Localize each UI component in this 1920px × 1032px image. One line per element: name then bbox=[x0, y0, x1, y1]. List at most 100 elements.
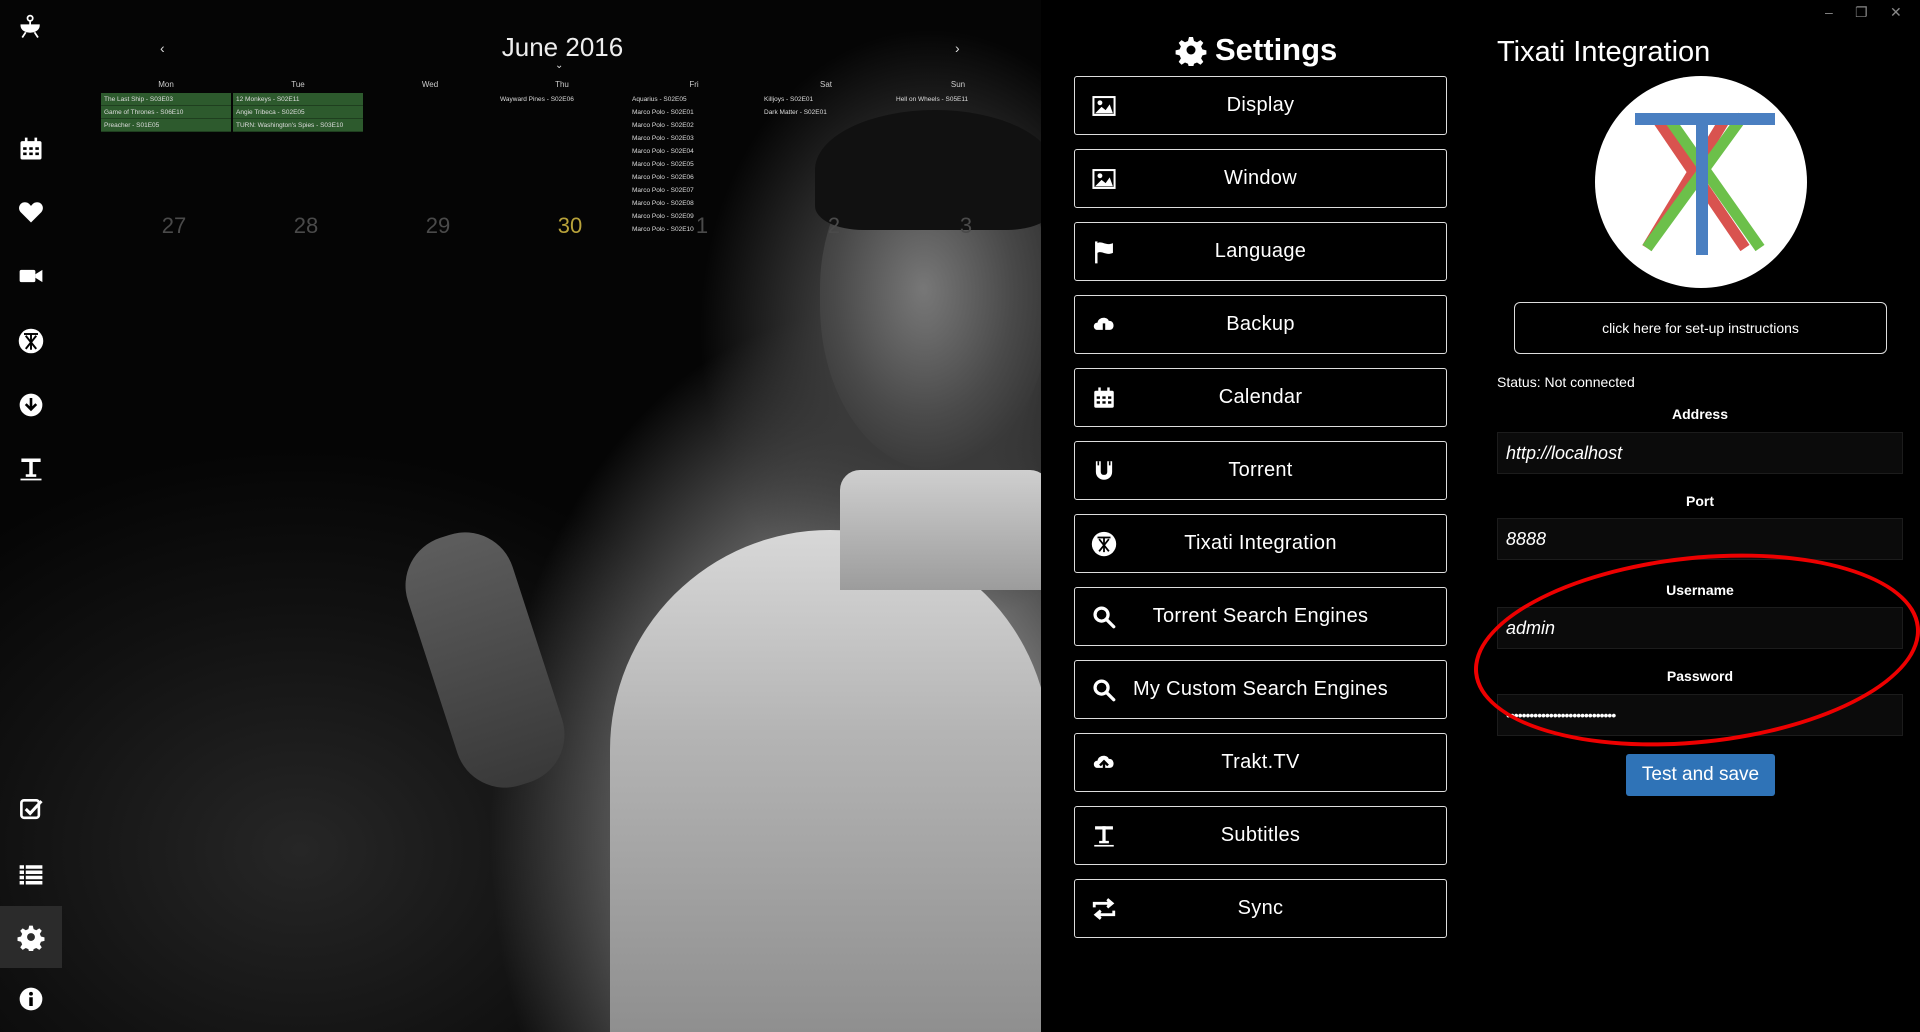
settings-item-label: Subtitles bbox=[1220, 824, 1301, 846]
calendar-event[interactable]: Wayward Pines - S02E06 bbox=[497, 93, 627, 106]
app-logo-icon[interactable] bbox=[12, 8, 50, 46]
search-icon bbox=[1089, 675, 1119, 705]
subtitles-icon[interactable] bbox=[12, 450, 50, 488]
settings-item-sync[interactable]: Sync bbox=[1074, 879, 1447, 938]
poster-hand bbox=[392, 519, 578, 801]
settings-item-label: Backup bbox=[1226, 313, 1295, 335]
settings-title-text: Settings bbox=[1215, 32, 1338, 67]
sync-icon bbox=[1089, 894, 1119, 924]
settings-item-label: Trakt.TV bbox=[1221, 751, 1300, 773]
settings-item-label: Calendar bbox=[1218, 386, 1303, 408]
gear-icon bbox=[1175, 37, 1207, 66]
calendar-day-name: Fri bbox=[689, 80, 699, 89]
tixati-icon bbox=[1089, 529, 1119, 559]
calendar-event[interactable]: Killjoys - S02E01 bbox=[761, 93, 891, 106]
info-icon[interactable] bbox=[12, 980, 50, 1018]
list-icon[interactable] bbox=[12, 855, 50, 893]
settings-item-my-custom-search-engines[interactable]: My Custom Search Engines bbox=[1074, 660, 1447, 719]
image-icon bbox=[1089, 91, 1119, 121]
calendar-event[interactable]: Preacher - S01E05 bbox=[101, 119, 231, 132]
heart-icon[interactable] bbox=[12, 193, 50, 231]
settings-item-trakt-tv[interactable]: Trakt.TV bbox=[1074, 733, 1447, 792]
settings-item-calendar[interactable]: Calendar bbox=[1074, 368, 1447, 427]
settings-item-label: Display bbox=[1226, 94, 1295, 116]
calendar-next-button[interactable]: › bbox=[955, 40, 960, 56]
calendar-event[interactable]: Angie Tribeca - S02E05 bbox=[233, 106, 363, 119]
calendar-date-number: 30 bbox=[557, 213, 583, 238]
close-button[interactable]: ✕ bbox=[1890, 4, 1902, 21]
tixati-icon[interactable] bbox=[12, 322, 50, 360]
calendar-icon bbox=[1089, 383, 1119, 413]
port-label: Port bbox=[1686, 493, 1714, 509]
test-and-save-button[interactable]: Test and save bbox=[1626, 754, 1775, 796]
calendar-day-name: Sun bbox=[950, 80, 966, 89]
minimize-button[interactable]: – bbox=[1825, 4, 1833, 20]
settings-item-label: Sync bbox=[1237, 897, 1284, 919]
calendar-event[interactable]: Hell on Wheels - S05E11 bbox=[893, 93, 1023, 106]
download-icon[interactable] bbox=[12, 386, 50, 424]
calendar-icon[interactable] bbox=[12, 130, 50, 168]
calendar-event[interactable]: Marco Polo - S02E06 bbox=[629, 171, 759, 184]
settings-item-language[interactable]: Language bbox=[1074, 222, 1447, 281]
settings-item-subtitles[interactable]: Subtitles bbox=[1074, 806, 1447, 865]
calendar-day-name: Thu bbox=[555, 80, 569, 89]
calendar-day-name: Mon bbox=[158, 80, 174, 89]
port-input[interactable] bbox=[1497, 518, 1903, 560]
calendar-event[interactable]: Marco Polo - S02E05 bbox=[629, 158, 759, 171]
magnet-icon bbox=[1089, 456, 1119, 486]
calendar-day-column: Wayward Pines - S02E06 bbox=[497, 93, 627, 106]
flag-icon bbox=[1089, 237, 1119, 267]
calendar-event[interactable]: Aquarius - S02E05 bbox=[629, 93, 759, 106]
settings-item-display[interactable]: Display bbox=[1074, 76, 1447, 135]
calendar-event[interactable]: Dark Matter - S02E01 bbox=[761, 106, 891, 119]
settings-item-torrent-search-engines[interactable]: Torrent Search Engines bbox=[1074, 587, 1447, 646]
calendar-event[interactable]: Marco Polo - S02E07 bbox=[629, 184, 759, 197]
settings-item-torrent[interactable]: Torrent bbox=[1074, 441, 1447, 500]
settings-title: Settings bbox=[1175, 32, 1337, 68]
settings-item-label: Torrent bbox=[1228, 459, 1293, 481]
calendar-event[interactable]: 12 Monkeys - S02E11 bbox=[233, 93, 363, 106]
calendar-event[interactable]: TURN: Washington's Spies - S03E10 bbox=[233, 119, 363, 132]
text-icon bbox=[1089, 821, 1119, 851]
calendar-date-number: 29 bbox=[425, 213, 451, 238]
calendar-day-name: Wed bbox=[421, 80, 439, 89]
calendar-event[interactable]: The Last Ship - S03E03 bbox=[101, 93, 231, 106]
settings-item-label: Language bbox=[1214, 240, 1307, 262]
settings-item-label: Window bbox=[1224, 167, 1297, 189]
settings-item-window[interactable]: Window bbox=[1074, 149, 1447, 208]
video-camera-icon[interactable] bbox=[12, 257, 50, 295]
tixati-title: Tixati Integration bbox=[1497, 36, 1711, 68]
settings-item-tixati-integration[interactable]: Tixati Integration bbox=[1074, 514, 1447, 573]
setup-instructions-button[interactable]: click here for set-up instructions bbox=[1514, 302, 1887, 354]
tixati-logo-icon bbox=[1635, 112, 1775, 255]
search-icon bbox=[1089, 602, 1119, 632]
calendar-date-number: 2 bbox=[827, 213, 841, 238]
calendar-event[interactable]: Marco Polo - S02E01 bbox=[629, 106, 759, 119]
restore-button[interactable]: ❐ bbox=[1855, 4, 1868, 21]
settings-item-label: Torrent Search Engines bbox=[1152, 605, 1369, 627]
tixati-logo bbox=[1595, 76, 1807, 288]
checklist-icon[interactable] bbox=[12, 790, 50, 828]
connection-status: Status: Not connected bbox=[1497, 374, 1635, 390]
cloud-download-icon bbox=[1089, 310, 1119, 340]
calendar-month-dropdown[interactable]: ⌄ bbox=[555, 60, 563, 71]
calendar-day-column: The Last Ship - S03E03 Game of Thrones - … bbox=[101, 93, 231, 132]
address-input[interactable] bbox=[1497, 432, 1903, 474]
calendar-month-title: June 2016 bbox=[501, 32, 624, 62]
calendar-day-column: Killjoys - S02E01 Dark Matter - S02E01 bbox=[761, 93, 891, 119]
calendar-event[interactable]: Marco Polo - S02E08 bbox=[629, 197, 759, 210]
calendar-event[interactable]: Marco Polo - S02E02 bbox=[629, 119, 759, 132]
calendar-prev-button[interactable]: ‹ bbox=[160, 40, 165, 56]
settings-item-label: Tixati Integration bbox=[1184, 532, 1337, 554]
calendar-day-column: 12 Monkeys - S02E11 Angie Tribeca - S02E0… bbox=[233, 93, 363, 132]
calendar-date-number: 28 bbox=[293, 213, 319, 238]
settings-item-backup[interactable]: Backup bbox=[1074, 295, 1447, 354]
settings-gear-icon[interactable] bbox=[0, 906, 62, 968]
calendar-event[interactable]: Marco Polo - S02E03 bbox=[629, 132, 759, 145]
sidebar bbox=[0, 0, 62, 1032]
calendar-event[interactable]: Marco Polo - S02E04 bbox=[629, 145, 759, 158]
calendar-event[interactable]: Game of Thrones - S06E10 bbox=[101, 106, 231, 119]
calendar-view: June 2016 ‹ › ⌄ Mon The Last Ship - S03E0… bbox=[100, 0, 1040, 260]
calendar-date-number: 27 bbox=[161, 213, 187, 238]
cloud-upload-icon bbox=[1089, 748, 1119, 778]
